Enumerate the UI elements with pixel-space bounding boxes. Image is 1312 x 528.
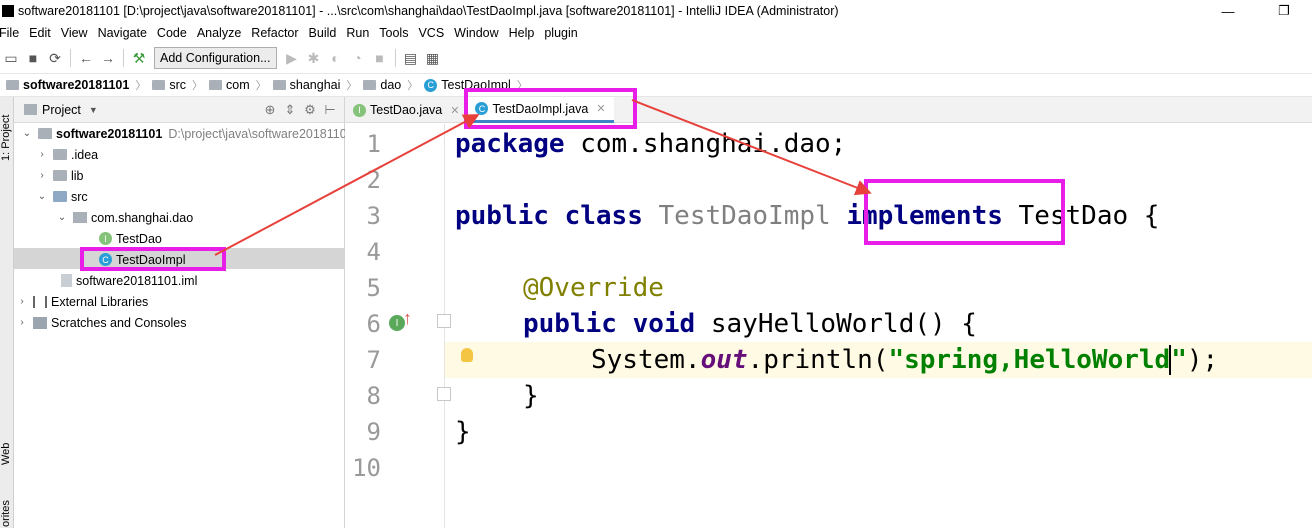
annotation-arrows	[214, 99, 872, 256]
arrow-to-implements	[631, 99, 872, 196]
arrow-to-tab	[214, 114, 480, 256]
